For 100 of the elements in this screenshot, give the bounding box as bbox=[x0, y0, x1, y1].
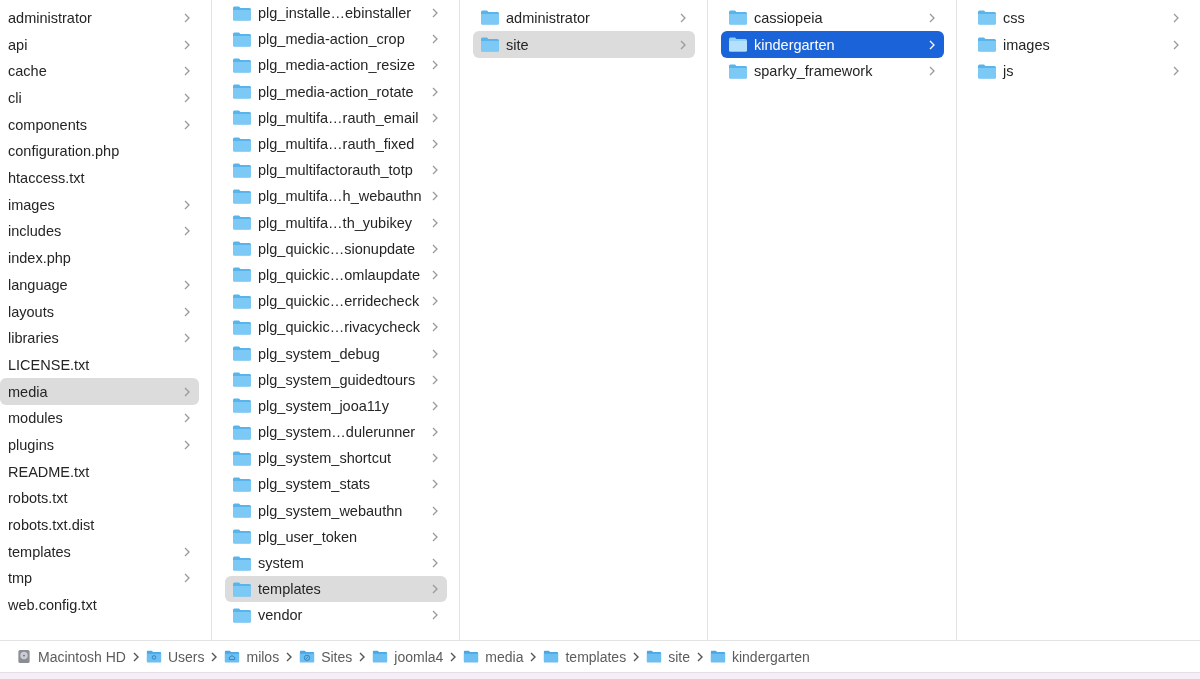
chevron-icon bbox=[431, 530, 439, 543]
file-item[interactable]: configuration.php bbox=[0, 138, 199, 165]
file-item[interactable]: README.txt bbox=[0, 458, 199, 485]
folder-item[interactable]: plg_system_stats bbox=[225, 471, 447, 498]
chevron-icon bbox=[632, 650, 641, 663]
folder-item[interactable]: media bbox=[0, 378, 199, 405]
item-name: plg_multifa…h_webauthn bbox=[258, 188, 423, 205]
folder-item[interactable]: plg_user_token bbox=[225, 523, 447, 550]
item-name: plg_system…dulerunner bbox=[258, 424, 417, 441]
chevron-icon bbox=[183, 11, 191, 24]
path-item[interactable]: site bbox=[646, 648, 690, 665]
item-name: cache bbox=[8, 63, 48, 80]
chevron-icon bbox=[431, 190, 439, 203]
chevron-icon bbox=[183, 92, 191, 104]
folder-item[interactable]: css bbox=[970, 4, 1188, 32]
folder-item[interactable]: plg_multifa…th_yubikey bbox=[225, 209, 447, 236]
folder-item[interactable]: plg_multifa…h_webauthn bbox=[225, 183, 447, 210]
folder-item[interactable]: kindergarten bbox=[721, 31, 944, 58]
path-item[interactable]: kindergarten bbox=[709, 648, 810, 665]
folder-item[interactable]: language bbox=[0, 271, 199, 299]
folder-icon bbox=[232, 502, 252, 520]
folder-item[interactable]: modules bbox=[0, 404, 199, 432]
item-name: tmp bbox=[8, 570, 34, 587]
item-name: index.php bbox=[8, 250, 72, 267]
file-item[interactable]: robots.txt bbox=[0, 484, 199, 512]
file-item[interactable]: web.config.txt bbox=[0, 591, 199, 619]
folder-item[interactable]: plg_installe…ebinstaller bbox=[225, 0, 447, 27]
folder-item[interactable]: administrator bbox=[0, 4, 199, 32]
folder-item[interactable]: sparky_framework bbox=[721, 57, 944, 85]
item-name: plg_multifa…rauth_email bbox=[258, 109, 420, 126]
folder-item[interactable]: components bbox=[0, 111, 199, 139]
path-item[interactable]: templates bbox=[543, 648, 627, 665]
folder-item[interactable]: cassiopeia bbox=[721, 4, 944, 32]
folder-item[interactable]: layouts bbox=[0, 298, 199, 325]
folder-item[interactable]: plg_system_jooa11y bbox=[225, 392, 447, 419]
folder-item[interactable]: plg_system_webauthn bbox=[225, 497, 447, 524]
folder-item[interactable]: plg_quickic…rivacycheck bbox=[225, 314, 447, 341]
folder-item[interactable]: system bbox=[225, 549, 447, 577]
folder-icon bbox=[232, 30, 252, 48]
folder-item[interactable]: plg_quickic…erridecheck bbox=[225, 288, 447, 315]
chevron-icon bbox=[431, 399, 439, 412]
folder-item[interactable]: plg_quickic…sionupdate bbox=[225, 235, 447, 262]
folder-item[interactable]: plg_quickic…omlaupdate bbox=[225, 261, 447, 289]
folder-item[interactable]: libraries bbox=[0, 324, 199, 352]
path-item[interactable]: Users bbox=[145, 648, 205, 665]
folder-item[interactable]: includes bbox=[0, 218, 199, 245]
chevron-icon bbox=[183, 545, 191, 558]
folder-item[interactable]: images bbox=[970, 31, 1188, 58]
file-item[interactable]: index.php bbox=[0, 244, 199, 272]
path-item[interactable]: Macintosh HD bbox=[16, 648, 126, 665]
folder-item[interactable]: plg_system…dulerunner bbox=[225, 419, 447, 446]
item-name: templates bbox=[258, 581, 322, 598]
folder-item[interactable]: plg_system_guidedtours bbox=[225, 366, 447, 393]
folder-item[interactable]: plg_multifa…rauth_email bbox=[225, 104, 447, 131]
item-name: plg_media-action_rotate bbox=[258, 83, 415, 100]
folder-item[interactable]: plg_media-action_crop bbox=[225, 26, 447, 53]
path-item[interactable]: joomla4 bbox=[372, 648, 444, 665]
folder-item[interactable]: vendor bbox=[225, 602, 447, 629]
chevron-icon bbox=[183, 38, 191, 51]
folder-item[interactable]: cli bbox=[0, 84, 199, 112]
folder-item[interactable]: plg_system_debug bbox=[225, 340, 447, 367]
folder-item[interactable]: templates bbox=[0, 538, 199, 566]
folder-item[interactable]: plg_system_shortcut bbox=[225, 445, 447, 472]
chevron-icon bbox=[431, 59, 439, 72]
chevron-icon bbox=[449, 650, 458, 663]
chevron-icon bbox=[183, 412, 191, 425]
chevron-icon bbox=[431, 111, 439, 124]
folder-item[interactable]: plg_multifactorauth_totp bbox=[225, 157, 447, 184]
chevron-icon bbox=[928, 11, 936, 24]
folder-item[interactable]: cache bbox=[0, 57, 199, 85]
folder-item[interactable]: plg_media-action_resize bbox=[225, 52, 447, 79]
item-name: plg_quickic…sionupdate bbox=[258, 240, 417, 257]
folder-item[interactable]: plg_multifa…rauth_fixed bbox=[225, 130, 447, 158]
path-item[interactable]: media bbox=[463, 648, 524, 665]
folder-item[interactable]: api bbox=[0, 31, 199, 58]
folder-icon bbox=[232, 371, 252, 389]
folder-icon bbox=[232, 4, 252, 22]
path-item[interactable]: Sites bbox=[299, 648, 353, 665]
folder-item[interactable]: site bbox=[473, 31, 695, 58]
sites-folder-icon bbox=[299, 649, 316, 664]
folder-icon bbox=[232, 292, 252, 310]
chevron-icon bbox=[431, 583, 439, 596]
folder-item[interactable]: templates bbox=[225, 576, 447, 603]
folder-item[interactable]: js bbox=[970, 57, 1188, 85]
file-item[interactable]: LICENSE.txt bbox=[0, 351, 199, 379]
folder-icon bbox=[232, 449, 252, 467]
item-name: README.txt bbox=[8, 463, 91, 480]
file-item[interactable]: htaccess.txt bbox=[0, 164, 199, 192]
file-item[interactable]: robots.txt.dist bbox=[0, 511, 199, 539]
folder-item[interactable]: plg_media-action_rotate bbox=[225, 78, 447, 105]
folder-item[interactable]: administrator bbox=[473, 4, 695, 32]
item-name: plg_system_jooa11y bbox=[258, 397, 391, 414]
chevron-icon bbox=[358, 650, 367, 663]
folder-item[interactable]: tmp bbox=[0, 565, 199, 592]
path-item[interactable]: milos bbox=[224, 648, 280, 665]
folder-item[interactable]: images bbox=[0, 191, 199, 219]
folder-item[interactable]: plugins bbox=[0, 431, 199, 459]
chevron-icon bbox=[431, 216, 439, 229]
folder-icon bbox=[232, 580, 252, 598]
chevron-icon bbox=[431, 33, 439, 46]
